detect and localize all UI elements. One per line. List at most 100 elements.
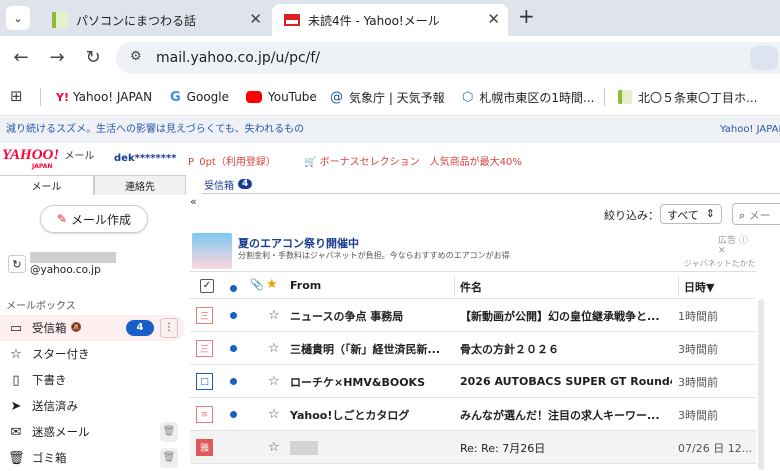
mail-subject[interactable]: 【新動画が公開】幻の皇位継承戦争と...	[460, 299, 672, 332]
back-button[interactable]: ←	[8, 44, 34, 70]
collapse-sidebar-button[interactable]: «	[190, 195, 202, 213]
news-headline[interactable]: 減り続けるスズメ。生活への影響は見えづらくても、失われるもの	[6, 124, 304, 135]
yahoo-mail-logo[interactable]: YAHOO! メール JAPAN	[2, 147, 94, 170]
close-icon[interactable]: ✕	[487, 10, 500, 28]
compose-button[interactable]: ✎ メール作成	[40, 205, 148, 233]
folder-sent[interactable]: ➤ 送信済み	[0, 393, 185, 419]
ad-banner[interactable]: 夏のエアコン祭り開催中 分割金利・手数料はジャパネットが負担。今ならおすすめのエ…	[190, 231, 756, 271]
mail-subject[interactable]: Re: Re: 7月26日	[460, 431, 672, 464]
apps-grid-icon[interactable]: ⊞	[10, 87, 23, 105]
reload-button[interactable]: ↻	[80, 44, 106, 70]
mail-from[interactable]: ローチケ×HMV&BOOKS	[290, 365, 450, 398]
attachment-column-icon[interactable]: 📎	[250, 278, 264, 291]
ad-title[interactable]: 夏のエアコン祭り開催中	[238, 235, 359, 251]
browser-tab-yahoo-mail[interactable]: 未読4件 - Yahoo!メール ✕	[272, 4, 508, 36]
mail-row[interactable]: 三 ☆ ニュースの争点 事務局 【新動画が公開】幻の皇位継承戦争と... 1時間前	[190, 299, 756, 332]
sender-avatar[interactable]: 雅	[196, 431, 213, 464]
star-column-icon[interactable]: ★	[266, 277, 278, 292]
bookmark-youtube[interactable]: YouTube	[246, 87, 317, 107]
bonus-link[interactable]: 🛒 ボーナスセレクション 人気商品が最大40%	[304, 153, 522, 168]
news-ticker[interactable]: 減り続けるスズメ。生活への影響は見えづらくても、失われるもの Yahoo! JA…	[0, 117, 780, 143]
mail-from[interactable]: Yahoo!しごとカタログ	[290, 398, 450, 431]
star-toggle-icon[interactable]: ☆	[268, 431, 280, 464]
bookmark-label: Yahoo! JAPAN	[72, 90, 153, 104]
mail-row[interactable]: ≡ ☆ Yahoo!しごとカタログ みんなが選んだ！注目の求人キーワー... 3時間前	[190, 398, 756, 431]
unread-marker[interactable]	[230, 365, 237, 398]
mail-date-text: 3時間前	[678, 408, 718, 422]
star-toggle-icon[interactable]: ☆	[268, 398, 280, 431]
scrollbar[interactable]	[758, 299, 764, 470]
browser-tab-pasokon[interactable]: パソコンにまつわる話 ✕	[40, 4, 270, 36]
unread-marker[interactable]	[230, 299, 237, 332]
bookmark-kita5[interactable]: 北〇５条東〇丁目ホ...	[618, 87, 757, 107]
mail-from[interactable]: 三樋貴明（「新」経世済民新...	[290, 332, 450, 365]
sender-avatar[interactable]: 三	[196, 299, 213, 332]
folder-spam[interactable]: ✉ 迷惑メール 🗑	[0, 419, 185, 445]
sidebar: メール 連絡先 ✎ メール作成 ↻ @yahoo.co.jp メールボックス ▭…	[0, 175, 190, 470]
mail-row[interactable]: 雅 ☆ Re: Re: 7月26日 07/26 日 12...	[190, 431, 756, 464]
mail-from[interactable]	[290, 431, 450, 464]
mail-subject[interactable]: 2026 AUTOBACS SUPER GT Round4...	[460, 365, 672, 398]
yahoo-mail-favicon-icon	[284, 14, 300, 26]
forward-button[interactable]: →	[44, 44, 70, 70]
select-all-checkbox[interactable]: ✓	[200, 279, 214, 293]
mail-row[interactable]: □ ☆ ローチケ×HMV&BOOKS 2026 AUTOBACS SUPER GT R…	[190, 365, 756, 398]
unread-marker[interactable]	[230, 398, 237, 431]
user-name[interactable]: dek********	[114, 153, 176, 164]
star-toggle-icon[interactable]: ☆	[268, 365, 280, 398]
more-options-icon[interactable]: ⋮	[160, 318, 178, 338]
jma-swirl-icon: @	[330, 89, 343, 105]
filter-select[interactable]: すべて ⇕	[660, 204, 722, 224]
bookmark-yahoo[interactable]: Y! Yahoo! JAPAN	[56, 87, 152, 107]
tab-mail-label: メール	[31, 182, 62, 193]
bookmark-google[interactable]: G Google	[170, 87, 229, 107]
sender-avatar[interactable]: □	[196, 365, 213, 398]
bookmark-jma[interactable]: @ 気象庁 | 天気予報	[330, 87, 445, 107]
mail-row[interactable]: 三 ☆ 三樋貴明（「新」経世済民新... 骨太の方針２０２６ 3時間前	[190, 332, 756, 365]
empty-trash-icon[interactable]: 🗑	[160, 422, 178, 442]
site-settings-icon[interactable]: ⚙	[130, 49, 142, 64]
tab-favicon-icon	[52, 12, 68, 28]
search-input[interactable]: ⌕ メー	[732, 203, 780, 225]
bookmark-label: YouTube	[268, 90, 317, 104]
unread-marker[interactable]	[230, 332, 237, 365]
folder-drafts[interactable]: ▯ 下書き	[0, 367, 185, 393]
tab-contacts[interactable]: 連絡先	[94, 175, 186, 195]
sender-icon: 三	[196, 340, 213, 357]
tab-title: 未読4件 - Yahoo!メール	[308, 13, 440, 28]
folder-trash[interactable]: 🗑 ゴミ箱 🗑	[0, 445, 185, 471]
refresh-account-button[interactable]: ↻	[8, 255, 26, 273]
account-domain: @yahoo.co.jp	[30, 264, 101, 276]
mail-from[interactable]: ニュースの争点 事務局	[290, 299, 450, 332]
tab-mail[interactable]: メール	[0, 175, 94, 195]
star-toggle-icon[interactable]: ☆	[268, 332, 280, 365]
column-subject[interactable]: 件名	[460, 279, 482, 295]
close-icon[interactable]: ✕	[249, 10, 262, 28]
yahoo-japan-link[interactable]: Yahoo! JAPAN	[720, 117, 780, 143]
folder-starred[interactable]: ☆ スター付き	[0, 341, 185, 367]
close-icon[interactable]: ✕	[718, 246, 726, 256]
mail-subject-text: 2026 AUTOBACS SUPER GT Round4...	[460, 375, 672, 388]
sender-avatar[interactable]: ≡	[196, 398, 213, 431]
star-toggle-icon[interactable]: ☆	[268, 299, 280, 332]
address-bar[interactable]: ⚙ mail.yahoo.co.jp/u/pc/f/	[116, 42, 780, 74]
folder-inbox[interactable]: ▭ 受信箱 🔕 4 ⋮	[0, 315, 185, 341]
column-date[interactable]: 日時▼	[684, 279, 714, 295]
bookmark-sapporo[interactable]: ⬡ 札幌市東区の1時間...	[462, 87, 594, 107]
unread-column-icon[interactable]	[230, 282, 237, 295]
sender-avatar[interactable]: 三	[196, 332, 213, 365]
mail-subject[interactable]: 骨太の方針２０２６	[460, 332, 672, 365]
points-link[interactable]: P 0pt（利用登録）	[188, 153, 276, 168]
unread-dot-icon	[230, 345, 237, 352]
empty-trash-icon[interactable]: 🗑	[160, 448, 178, 468]
tab-search-button[interactable]: ⌄	[6, 6, 30, 30]
inbox-tab[interactable]: 受信箱 4	[204, 175, 253, 193]
new-tab-button[interactable]: +	[518, 4, 535, 28]
mail-date: 3時間前	[678, 365, 718, 398]
column-from[interactable]: From	[290, 279, 321, 292]
extension-icon[interactable]	[750, 46, 778, 70]
chevron-down-icon: ⌄	[13, 11, 23, 25]
folder-label: 受信箱	[32, 321, 67, 335]
info-icon[interactable]: ⓘ	[739, 236, 748, 246]
mail-subject[interactable]: みんなが選んだ！注目の求人キーワー...	[460, 398, 672, 431]
